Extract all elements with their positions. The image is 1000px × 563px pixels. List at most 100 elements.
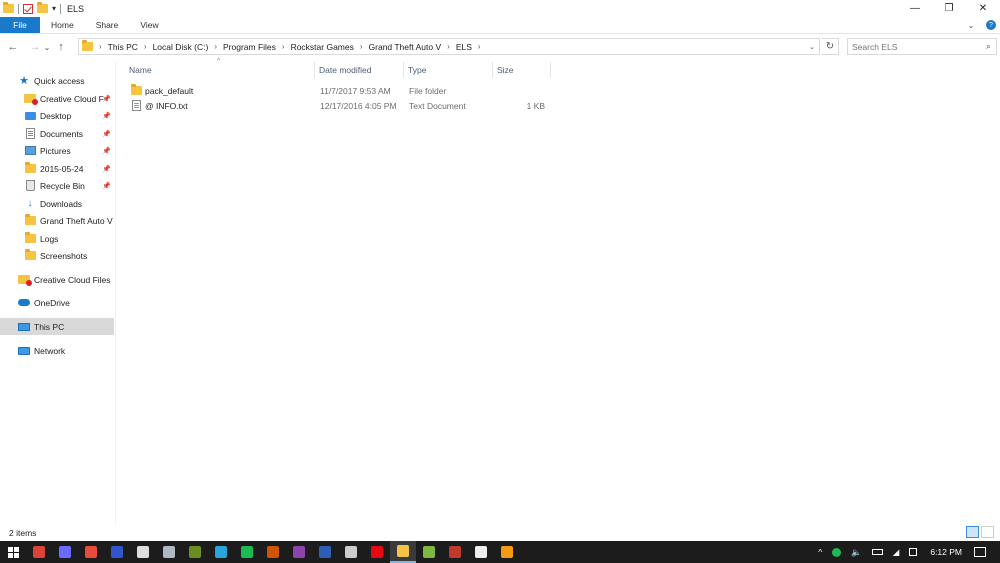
chevron-right-icon[interactable]: › — [360, 42, 363, 51]
taskbar-app-button[interactable] — [78, 541, 104, 563]
breadcrumb-this-pc[interactable]: This PC — [108, 42, 138, 52]
taskbar-app-button[interactable] — [468, 541, 494, 563]
taskbar-app-button[interactable] — [312, 541, 338, 563]
taskbar-app-button[interactable] — [156, 541, 182, 563]
taskbar-app-button[interactable] — [104, 541, 130, 563]
taskbar-app-button[interactable] — [338, 541, 364, 563]
expand-ribbon-icon[interactable]: ⌄ — [960, 17, 982, 33]
taskbar-app-button[interactable] — [182, 541, 208, 563]
taskbar-app-button[interactable] — [390, 541, 416, 563]
column-header-type[interactable]: Type — [404, 62, 493, 78]
help-button[interactable]: ? — [982, 17, 1000, 33]
file-name[interactable]: @ INFO.txt — [145, 98, 188, 113]
folder-icon — [24, 214, 36, 227]
file-row-info-txt[interactable]: @ INFO.txt 12/17/2016 4:05 PM Text Docum… — [129, 98, 549, 113]
chevron-right-icon[interactable]: › — [144, 42, 147, 51]
volume-icon[interactable]: 🔈 — [851, 547, 862, 558]
tab-file[interactable]: File — [0, 17, 40, 33]
tab-view[interactable]: View — [129, 17, 169, 33]
file-list: ^ Name Date modified Type Size pack_defa… — [117, 58, 1000, 524]
sidebar-item-recycle-bin[interactable]: Recycle Bin 📌 — [0, 177, 114, 194]
pin-icon[interactable]: 📌 — [102, 130, 111, 138]
back-button[interactable]: ← — [6, 38, 20, 56]
file-name[interactable]: pack_default — [145, 83, 193, 98]
maximize-button[interactable]: ❐ — [932, 0, 966, 17]
taskbar-clock[interactable]: 6:12 PM — [930, 547, 962, 557]
pin-icon[interactable]: 📌 — [102, 112, 111, 120]
column-header-date-modified[interactable]: Date modified — [315, 62, 404, 78]
pin-icon[interactable]: 📌 — [102, 165, 111, 173]
refresh-button[interactable]: ↻ — [822, 38, 839, 55]
search-box[interactable]: ⌕ — [847, 38, 997, 55]
tab-home[interactable]: Home — [40, 17, 85, 33]
taskbar-app-button[interactable] — [234, 541, 260, 563]
chevron-right-icon[interactable]: › — [447, 42, 450, 51]
sidebar-item-documents[interactable]: Documents 📌 — [0, 125, 114, 142]
sidebar-item-onedrive[interactable]: OneDrive — [0, 294, 114, 311]
sidebar-item-creative-cloud-f[interactable]: Creative Cloud F 📌 — [0, 90, 114, 107]
search-icon[interactable]: ⌕ — [986, 41, 991, 52]
sidebar-item-label: OneDrive — [34, 297, 70, 308]
search-input[interactable] — [852, 41, 972, 52]
address-history-dropdown-icon[interactable]: ⌄ — [809, 43, 815, 51]
recent-locations-button[interactable]: ⌄ — [42, 38, 52, 56]
close-button[interactable]: ✕ — [966, 0, 1000, 17]
address-bar[interactable]: › This PC › Local Disk (C:) › Program Fi… — [78, 38, 820, 55]
sidebar-item-2015-05-24[interactable]: 2015-05-24 📌 — [0, 160, 114, 177]
breadcrumb-program-files[interactable]: Program Files — [223, 42, 276, 52]
properties-icon[interactable] — [23, 3, 33, 14]
wifi-icon[interactable]: ◢ — [893, 547, 900, 558]
forward-button[interactable]: → — [28, 38, 42, 56]
taskbar-app-button[interactable] — [208, 541, 234, 563]
sidebar-item-creative-cloud-files[interactable]: Creative Cloud Files — [0, 271, 114, 288]
sidebar-item-downloads[interactable]: ↓ Downloads — [0, 195, 114, 212]
battery-icon[interactable] — [871, 549, 883, 555]
taskbar-app-button[interactable] — [52, 541, 78, 563]
breadcrumb-local-disk[interactable]: Local Disk (C:) — [153, 42, 209, 52]
action-center-icon[interactable] — [974, 547, 986, 557]
power-icon[interactable] — [909, 548, 918, 556]
large-icons-view-button[interactable] — [981, 526, 994, 538]
app-icon-3 — [85, 546, 97, 558]
spotify-tray-icon[interactable] — [832, 547, 842, 557]
sidebar-item-this-pc[interactable]: This PC — [0, 318, 114, 335]
customize-toolbar-icon[interactable]: ▾ — [52, 4, 56, 13]
new-folder-icon[interactable] — [37, 2, 48, 13]
details-view-button[interactable] — [966, 526, 979, 538]
sidebar-item-grand-theft-auto-v[interactable]: Grand Theft Auto V — [0, 212, 114, 229]
sidebar-item-quick-access[interactable]: ★ Quick access — [0, 72, 114, 89]
chevron-right-icon[interactable]: › — [282, 42, 285, 51]
up-button[interactable]: ↑ — [54, 38, 68, 56]
breadcrumb-rockstar-games[interactable]: Rockstar Games — [291, 42, 354, 52]
sidebar-item-label: Recycle Bin — [40, 180, 85, 191]
taskbar-app-button[interactable] — [286, 541, 312, 563]
chevron-right-icon[interactable]: › — [478, 42, 481, 51]
pin-icon[interactable]: 📌 — [102, 182, 111, 190]
taskbar-app-button[interactable] — [260, 541, 286, 563]
chevron-right-icon[interactable]: › — [99, 42, 102, 51]
pin-icon[interactable]: 📌 — [102, 147, 111, 155]
minimize-button[interactable]: — — [898, 0, 932, 17]
taskbar-app-button[interactable] — [494, 541, 520, 563]
show-hidden-icons-icon[interactable]: ^ — [818, 547, 822, 557]
taskbar-app-button[interactable] — [364, 541, 390, 563]
breadcrumb-els[interactable]: ELS — [456, 42, 472, 52]
file-row-pack-default[interactable]: pack_default 11/7/2017 9:53 AM File fold… — [129, 83, 549, 98]
breadcrumb-gta-v[interactable]: Grand Theft Auto V — [369, 42, 442, 52]
column-header-size[interactable]: Size — [493, 62, 551, 78]
sidebar-item-logs[interactable]: Logs — [0, 230, 114, 247]
taskbar-app-button[interactable] — [416, 541, 442, 563]
app-icon-10 — [267, 546, 279, 558]
sidebar-item-desktop[interactable]: Desktop 📌 — [0, 107, 114, 124]
sidebar-item-screenshots[interactable]: Screenshots — [0, 247, 114, 264]
sidebar-item-network[interactable]: Network — [0, 342, 114, 359]
taskbar-app-button[interactable] — [442, 541, 468, 563]
taskbar-app-button[interactable] — [26, 541, 52, 563]
taskbar-app-button[interactable] — [130, 541, 156, 563]
pin-icon[interactable]: 📌 — [102, 95, 111, 103]
chevron-right-icon[interactable]: › — [214, 42, 217, 51]
sidebar-item-pictures[interactable]: Pictures 📌 — [0, 142, 114, 159]
tab-share[interactable]: Share — [85, 17, 130, 33]
column-header-name[interactable]: Name — [125, 62, 315, 78]
start-button[interactable] — [0, 541, 26, 563]
